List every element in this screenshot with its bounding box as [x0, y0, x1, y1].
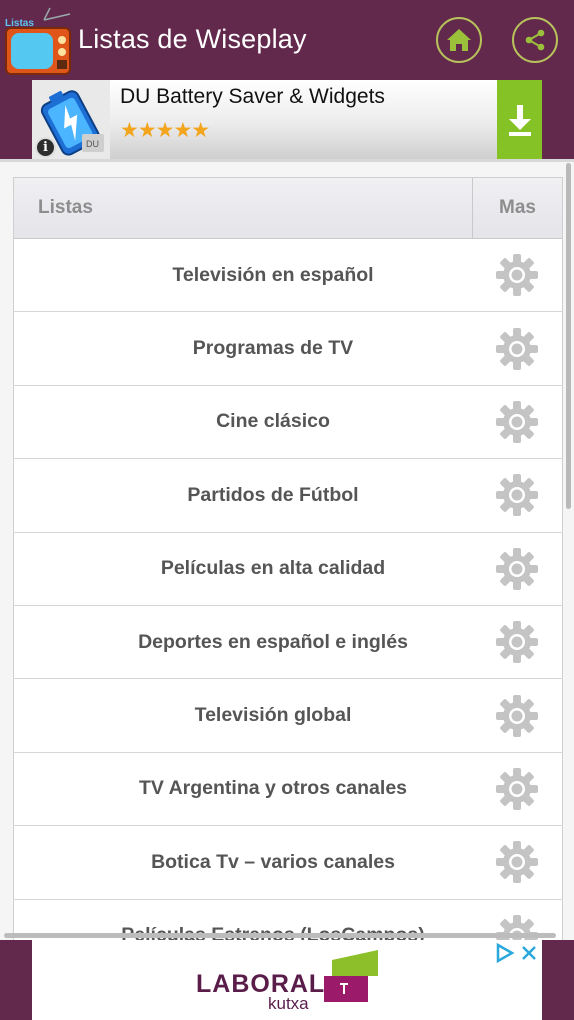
list-row[interactable]: Cine clásico	[14, 385, 562, 460]
list-row[interactable]: Deportes en español e inglés	[14, 605, 562, 680]
vertical-scrollbar[interactable]	[566, 163, 571, 509]
table-header: Listas Mas	[14, 178, 562, 239]
list-row-label[interactable]: Programas de TV	[14, 312, 472, 384]
ad-info-icon[interactable]: i	[35, 137, 56, 158]
gear-icon[interactable]	[472, 679, 562, 751]
header-listas: Listas	[38, 197, 93, 218]
content-area[interactable]: Listas Mas Televisión en español Programa…	[0, 159, 574, 940]
list-row[interactable]: Partidos de Fútbol	[14, 459, 562, 533]
share-button[interactable]	[512, 17, 558, 63]
ad-rating-stars: ★★★★★	[120, 118, 210, 142]
gear-icon[interactable]	[472, 239, 562, 311]
horizontal-scrollbar[interactable]	[4, 933, 556, 938]
ad-download-button[interactable]	[497, 80, 542, 159]
adchoices-icon[interactable]	[494, 942, 516, 964]
list-row[interactable]: TV Argentina y otros canales	[14, 752, 562, 827]
list-row[interactable]: Televisión global	[14, 679, 562, 753]
share-icon	[525, 29, 545, 51]
gear-icon[interactable]	[472, 459, 562, 531]
ad-banner-bottom[interactable]: LABORAL kutxa	[32, 940, 542, 1020]
logo-text: Listas	[5, 18, 34, 29]
ad-brand-sub: kutxa	[268, 994, 309, 1013]
svg-text:DU: DU	[86, 139, 99, 149]
list-row-label[interactable]: Cine clásico	[14, 386, 472, 458]
gear-icon[interactable]	[472, 606, 562, 678]
home-icon	[447, 29, 471, 51]
list-row[interactable]: Películas en alta calidad	[14, 532, 562, 606]
gear-icon[interactable]	[472, 312, 562, 384]
list-row[interactable]: Botica Tv – varios canales	[14, 826, 562, 900]
header-mas: Mas	[472, 178, 562, 238]
gear-icon[interactable]	[472, 753, 562, 825]
list-row-label[interactable]: TV Argentina y otros canales	[14, 753, 472, 825]
list-row-label[interactable]: Botica Tv – varios canales	[14, 826, 472, 898]
home-button[interactable]	[436, 17, 482, 63]
laboral-logo-icon	[324, 950, 378, 1002]
list-row[interactable]: Programas de TV	[14, 312, 562, 386]
list-row[interactable]: Televisión en español	[14, 239, 562, 313]
lists-table: Listas Mas Televisión en español Programa…	[13, 177, 563, 940]
download-icon	[508, 104, 531, 136]
list-row-label[interactable]: Partidos de Fútbol	[14, 459, 472, 531]
gear-icon[interactable]	[472, 386, 562, 458]
list-row-label[interactable]: Televisión en español	[14, 239, 472, 311]
gear-icon[interactable]	[472, 826, 562, 898]
divider	[0, 159, 574, 162]
ad-banner-top[interactable]: DU i DU Battery Saver & Widgets ★★★★★	[32, 80, 542, 159]
list-row-label[interactable]: Televisión global	[14, 679, 472, 751]
app-bar: Listas Listas de Wiseplay	[0, 0, 574, 80]
ad-title: DU Battery Saver & Widgets	[120, 85, 385, 108]
app-title: Listas de Wiseplay	[78, 24, 307, 54]
list-row-label[interactable]: Deportes en español e inglés	[14, 606, 472, 678]
gear-icon[interactable]	[472, 533, 562, 605]
close-ad-icon[interactable]	[518, 942, 540, 964]
list-row-label[interactable]: Películas en alta calidad	[14, 533, 472, 605]
app-logo-icon: Listas	[5, 7, 71, 75]
